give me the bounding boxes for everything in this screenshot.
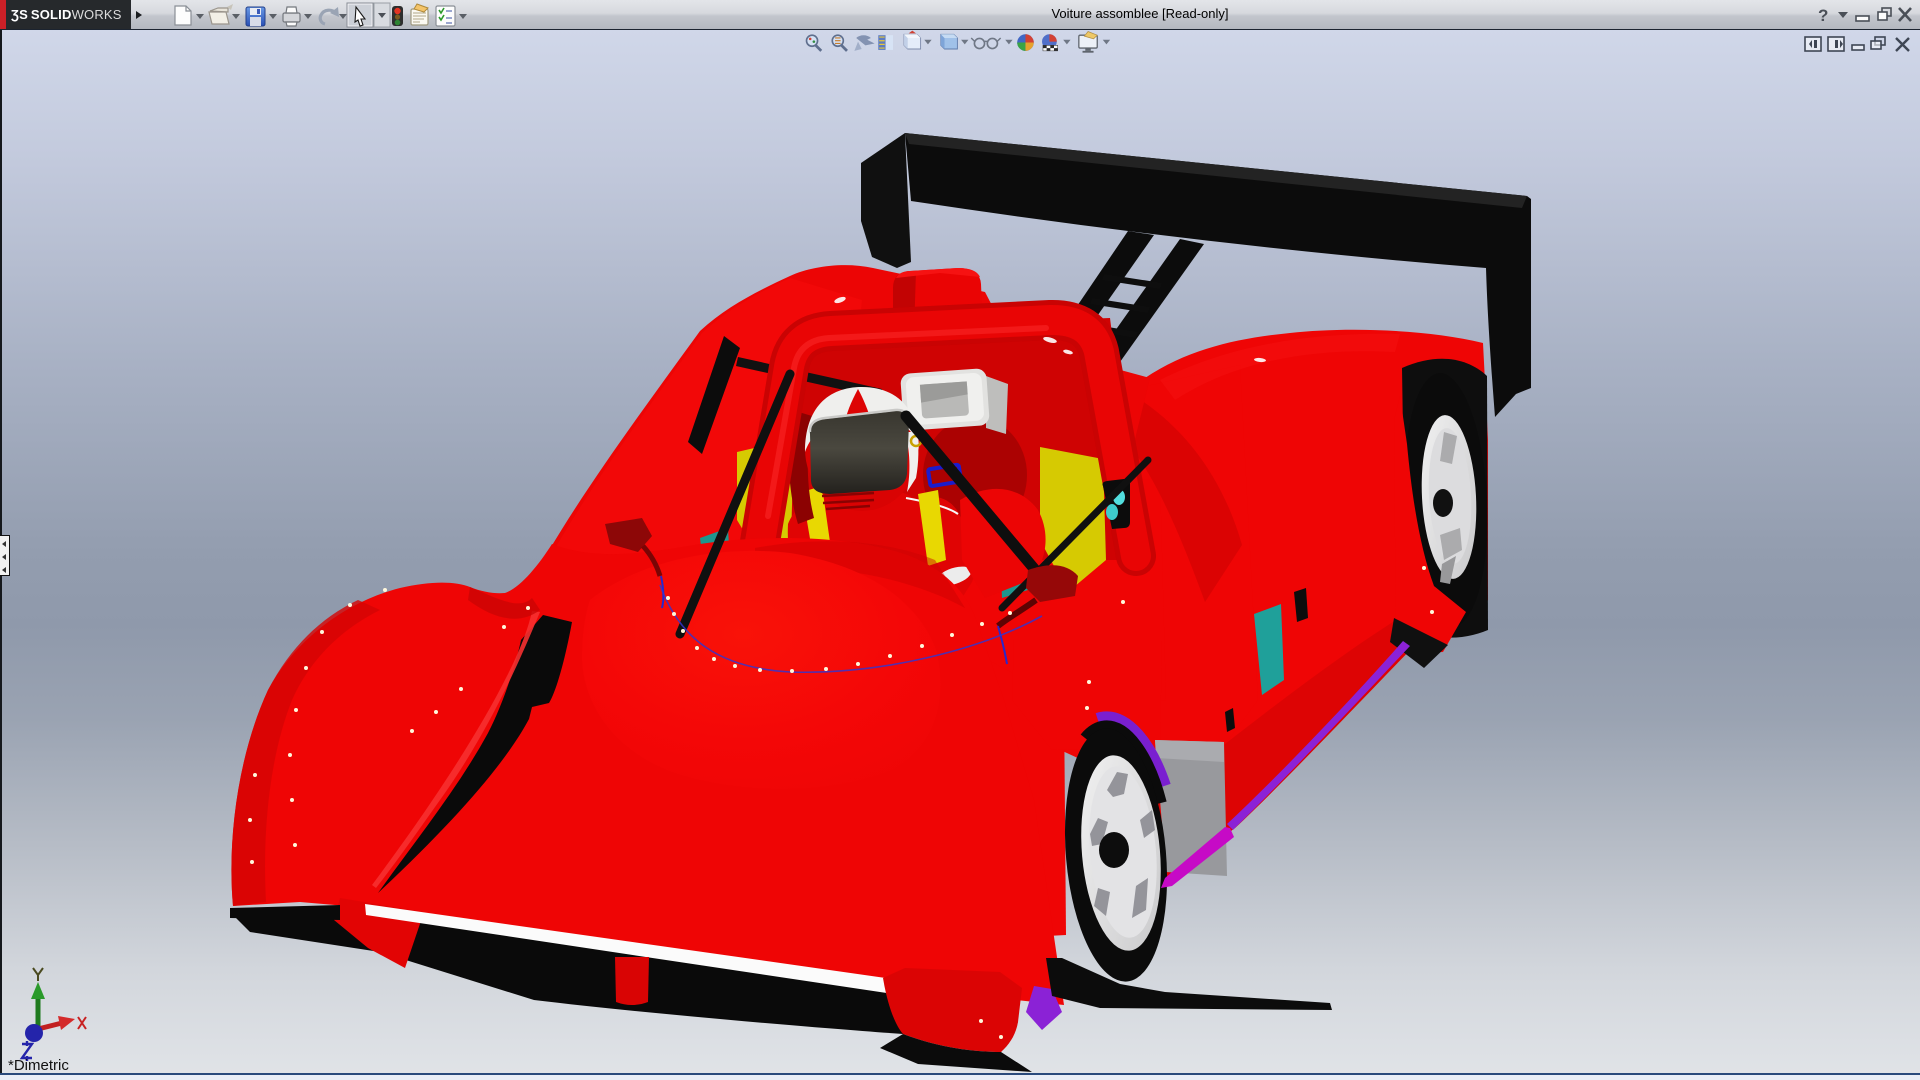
svg-text:?: ?	[1818, 6, 1828, 25]
